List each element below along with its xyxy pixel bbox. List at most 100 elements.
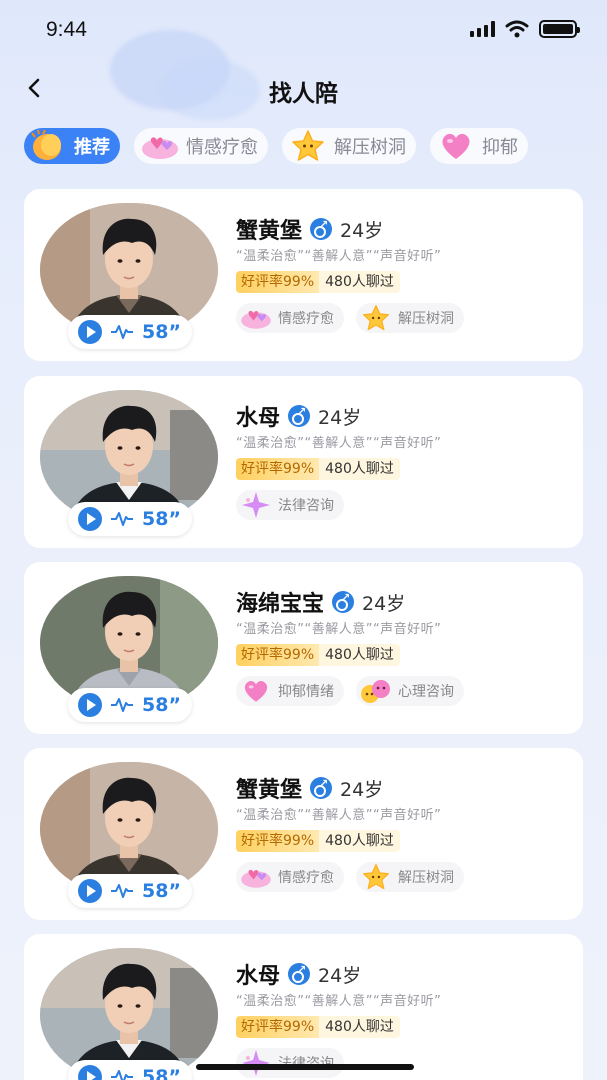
companion-age: 24岁 (362, 592, 406, 615)
topic-tag-label: 情感疗愈 (278, 311, 334, 327)
companion-traits: “温柔治愈”“善解人意”“声音好听” (236, 249, 442, 264)
topic-tags: 法律咨询 (236, 1048, 344, 1078)
topic-tag-label: 解压树洞 (398, 311, 454, 327)
companion-traits: “温柔治愈”“善解人意”“声音好听” (236, 808, 442, 823)
voice-intro-button[interactable]: 58” (68, 874, 192, 908)
companion-name: 水母 (236, 406, 281, 431)
stats-badge: 好评率99% 480人聊过 (236, 271, 400, 293)
tab-label: 抑郁 (482, 137, 518, 158)
battery-icon (539, 20, 580, 38)
voice-intro-button[interactable]: 58” (68, 502, 192, 536)
topic-tag-label: 心理咨询 (398, 684, 454, 700)
heart-icon (238, 676, 274, 706)
page-title: 找人陪 (269, 81, 338, 107)
voice-duration: 58” (142, 694, 181, 716)
companion-name: 蟹黄堡 (236, 219, 303, 244)
star-icon (288, 128, 328, 164)
tab-recommend[interactable]: 推荐 (24, 128, 120, 164)
voice-intro-button[interactable]: 58” (68, 688, 192, 722)
male-icon (332, 591, 355, 613)
name-row: 水母 24岁 (236, 400, 361, 432)
rating-badge: 好评率99% (236, 1016, 320, 1038)
stats-badge: 好评率99% 480人聊过 (236, 644, 400, 666)
chat-count: 480人聊过 (319, 1016, 400, 1038)
topic-tags: 法律咨询 (236, 490, 344, 520)
play-icon (78, 879, 102, 903)
topic-tag-label: 法律咨询 (278, 1053, 334, 1073)
home-indicator[interactable] (196, 1064, 414, 1070)
stats-badge: 好评率99% 480人聊过 (236, 1016, 400, 1038)
topic-tag-label: 抑郁情绪 (278, 684, 334, 700)
companion-traits: “温柔治愈”“善解人意”“声音好听” (236, 622, 442, 637)
topic-tag-label: 法律咨询 (278, 498, 334, 514)
companion-card[interactable]: 58” 蟹黄堡 24岁 “温柔治愈”“善解人意”“声音好听” 好评率99%480人聊过情… (24, 748, 583, 920)
tab-depression[interactable]: 抑郁 (430, 128, 528, 164)
topic-tag: 法律咨询 (236, 1048, 344, 1078)
waveform-icon (111, 325, 133, 339)
chat-count: 480人聊过 (319, 644, 400, 666)
avatar-container: 58” (40, 762, 218, 908)
topic-tags: 抑郁情绪 心理咨询 (236, 676, 464, 706)
male-icon (310, 218, 333, 240)
faces-icon (358, 676, 394, 706)
avatar-container: 58” (40, 203, 218, 349)
topic-tag: 心理咨询 (356, 676, 464, 706)
companion-card[interactable]: 58” 蟹黄堡 24岁 “温柔治愈”“善解人意”“声音好听” 好评率99%480人聊过情… (24, 189, 583, 361)
tab-label: 推荐 (74, 137, 110, 158)
name-row: 蟹黄堡 24岁 (236, 772, 383, 804)
nav-bar: 找人陪 (0, 62, 607, 114)
tab-label: 情感疗愈 (186, 137, 258, 158)
voice-duration: 58” (142, 508, 181, 530)
status-time: 9:44 (46, 18, 87, 41)
companion-card[interactable]: 58” 水母 24岁 “温柔治愈”“善解人意”“声音好听” 好评率99%480人聊过法律… (24, 934, 583, 1080)
category-tabs: 推荐 情感疗愈 解压树洞 抑郁 (24, 128, 528, 168)
topic-tag: 解压树洞 (356, 862, 464, 892)
status-icons (470, 20, 580, 38)
waveform-icon (111, 884, 133, 898)
chat-count: 480人聊过 (319, 458, 400, 480)
topic-tags: 情感疗愈 解压树洞 (236, 303, 464, 333)
tab-label: 解压树洞 (334, 137, 406, 158)
companion-card[interactable]: 58” 水母 24岁 “温柔治愈”“善解人意”“声音好听” 好评率99%480人聊过法律… (24, 376, 583, 548)
rating-badge: 好评率99% (236, 830, 320, 852)
topic-tag: 情感疗愈 (236, 303, 344, 333)
hearts-cloud-icon (238, 303, 274, 333)
play-icon (78, 507, 102, 531)
companion-name: 海绵宝宝 (236, 592, 325, 617)
companion-age: 24岁 (318, 964, 362, 987)
companion-card[interactable]: 58” 海绵宝宝 24岁 “温柔治愈”“善解人意”“声音好听” 好评率99%480人聊过… (24, 562, 583, 734)
topic-tags: 情感疗愈 解压树洞 (236, 862, 464, 892)
male-icon (288, 963, 311, 985)
waveform-icon (111, 698, 133, 712)
play-icon (78, 693, 102, 717)
star-icon (358, 862, 394, 892)
rating-badge: 好评率99% (236, 271, 320, 293)
star-icon (358, 303, 394, 333)
chat-count: 480人聊过 (319, 830, 400, 852)
waveform-icon (111, 512, 133, 526)
companion-age: 24岁 (340, 219, 384, 242)
companion-age: 24岁 (318, 406, 362, 429)
voice-duration: 58” (142, 1066, 181, 1080)
topic-tag: 法律咨询 (236, 490, 344, 520)
heart-icon (436, 128, 476, 164)
clap-icon (28, 128, 68, 164)
male-icon (310, 777, 333, 799)
play-icon (78, 1065, 102, 1080)
voice-intro-button[interactable]: 58” (68, 1060, 192, 1080)
stats-badge: 好评率99% 480人聊过 (236, 830, 400, 852)
tab-emotional-healing[interactable]: 情感疗愈 (134, 128, 268, 164)
tab-stress-relief[interactable]: 解压树洞 (282, 128, 416, 164)
sparkle-icon (238, 1048, 274, 1078)
play-icon (78, 320, 102, 344)
voice-duration: 58” (142, 321, 181, 343)
name-row: 蟹黄堡 24岁 (236, 213, 383, 245)
status-bar: 9:44 (0, 0, 607, 60)
stats-badge: 好评率99% 480人聊过 (236, 458, 400, 480)
avatar-container: 58” (40, 390, 218, 536)
signal-icon (470, 21, 495, 37)
voice-intro-button[interactable]: 58” (68, 315, 192, 349)
avatar-container: 58” (40, 576, 218, 722)
chat-count: 480人聊过 (319, 271, 400, 293)
sparkle-icon (238, 490, 274, 520)
